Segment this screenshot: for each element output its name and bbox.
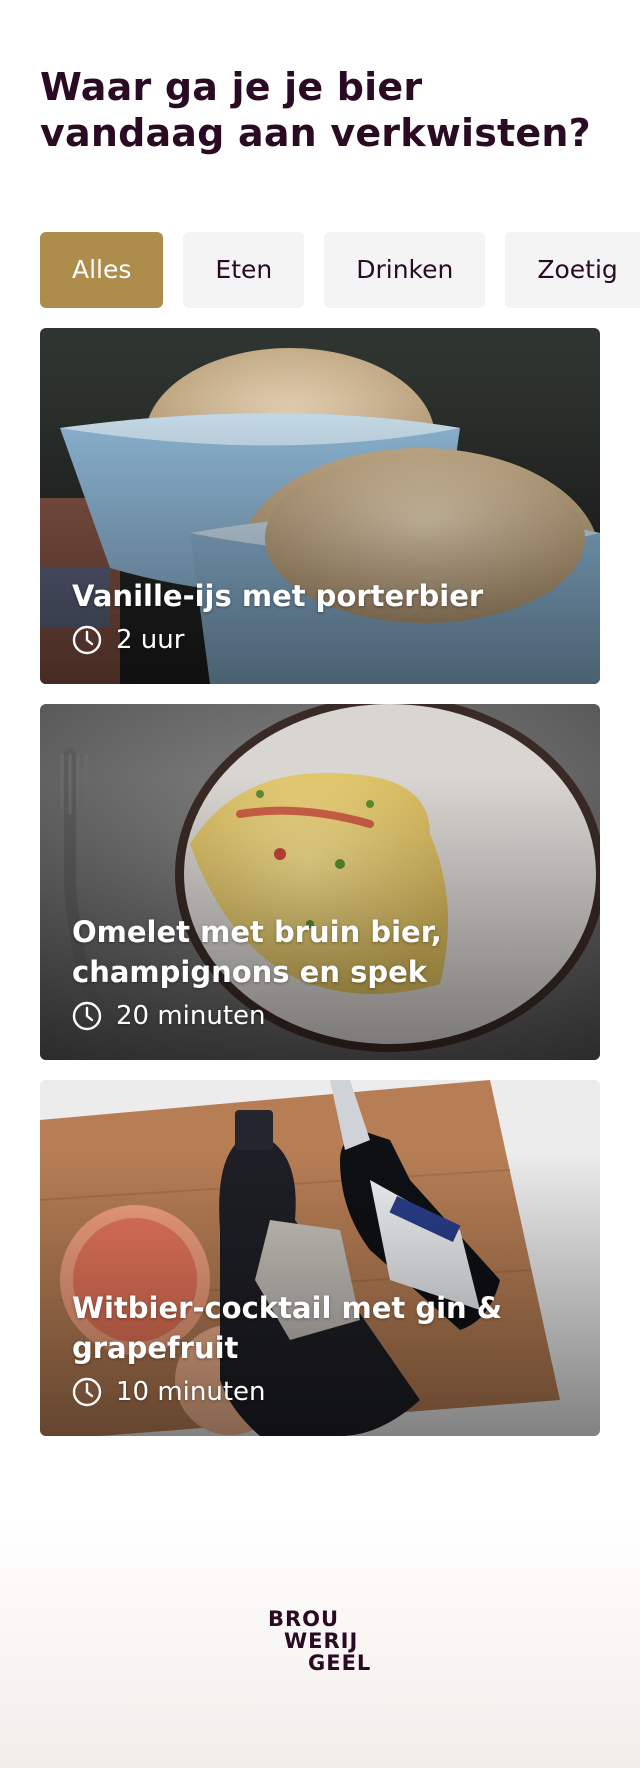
filter-tabs: Alles Eten Drinken Zoetig	[40, 232, 640, 308]
recipe-time: 20 minuten	[116, 1001, 266, 1031]
card-text: Vanille-ijs met porterbier 2 uur	[72, 576, 560, 656]
page-title: Waar ga je je bier vandaag aan verkwiste…	[40, 65, 591, 155]
recipe-time: 2 uur	[116, 625, 185, 655]
recipe-meta: 2 uur	[72, 624, 560, 656]
recipe-meta: 10 minuten	[72, 1376, 560, 1408]
clock-icon	[72, 625, 102, 655]
filter-tab-alles[interactable]: Alles	[40, 232, 164, 308]
recipe-title: Vanille-ijs met porterbier	[72, 579, 484, 613]
filter-tab-drinken[interactable]: Drinken	[324, 232, 486, 308]
logo-line: WERIJ	[284, 1629, 359, 1653]
clock-icon	[72, 1377, 102, 1407]
logo-line: GEEL	[308, 1651, 372, 1675]
brouwerij-geel-logo[interactable]: BROU WERIJ GEEL	[268, 1608, 378, 1674]
recipe-meta: 20 minuten	[72, 1000, 560, 1032]
clock-icon	[72, 1001, 102, 1031]
card-text: Omelet met bruin bier, champignons en sp…	[72, 912, 560, 1032]
recipe-card[interactable]: Omelet met bruin bier, champignons en sp…	[40, 704, 600, 1060]
filter-tab-zoetig[interactable]: Zoetig	[505, 232, 640, 308]
recipe-card[interactable]: Witbier-cocktail met gin & grapefruit 10…	[40, 1080, 600, 1436]
card-text: Witbier-cocktail met gin & grapefruit 10…	[72, 1288, 560, 1408]
logo-line: BROU	[268, 1607, 340, 1631]
recipe-time: 10 minuten	[116, 1377, 266, 1407]
recipe-title: Omelet met bruin bier, champignons en sp…	[72, 915, 442, 989]
recipe-title: Witbier-cocktail met gin & grapefruit	[72, 1291, 503, 1365]
recipe-card[interactable]: Vanille-ijs met porterbier 2 uur	[40, 328, 600, 684]
filter-tab-eten[interactable]: Eten	[183, 232, 305, 308]
